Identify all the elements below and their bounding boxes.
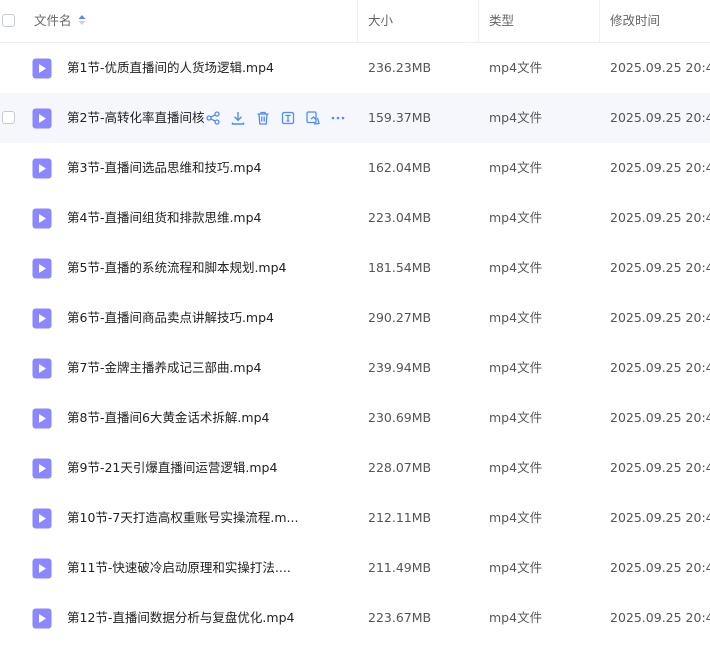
file-size: 212.11MB — [368, 510, 432, 525]
row-checkbox[interactable] — [2, 111, 15, 124]
column-header-name[interactable]: 文件名 — [34, 0, 86, 42]
file-modified-date: 2025.09.25 20:43 — [610, 310, 710, 325]
file-name[interactable]: 第9节-21天引爆直播间运营逻辑.mp4 — [67, 443, 277, 493]
table-row[interactable]: 第4节-直播间组货和排款思维.mp4 223.04MB mp4文件 2025.09.2… — [0, 193, 710, 243]
video-file-icon — [32, 158, 52, 179]
file-type: mp4文件 — [489, 460, 543, 475]
table-row[interactable]: 第12节-直播间数据分析与复盘优化.mp4 223.67MB mp4文件 2025.0… — [0, 593, 710, 643]
file-rows: 第1节-优质直播间的人货场逻辑.mp4 236.23MB mp4文件 2025.09.… — [0, 43, 710, 643]
file-size: 228.07MB — [368, 460, 432, 475]
file-name[interactable]: 第12节-直播间数据分析与复盘优化.mp4 — [67, 593, 294, 643]
table-row[interactable]: 第5节-直播的系统流程和脚本规划.mp4 181.54MB mp4文件 2025.09… — [0, 243, 710, 293]
video-file-icon — [32, 358, 52, 379]
file-name[interactable]: 第3节-直播间选品思维和技巧.mp4 — [67, 143, 262, 193]
file-modified-date: 2025.09.25 20:43 — [610, 460, 710, 475]
file-size: 230.69MB — [368, 410, 432, 425]
table-row[interactable]: 第3节-直播间选品思维和技巧.mp4 162.04MB mp4文件 2025.09.2… — [0, 143, 710, 193]
row-actions — [205, 93, 355, 143]
file-modified-date: 2025.09.25 20:43 — [610, 410, 710, 425]
rename-icon[interactable] — [280, 110, 296, 126]
delete-icon[interactable] — [255, 110, 271, 126]
column-header-name-label: 文件名 — [34, 13, 72, 28]
select-all-checkbox[interactable] — [2, 14, 15, 27]
file-modified-date: 2025.09.25 20:43 — [610, 260, 710, 275]
file-type: mp4文件 — [489, 360, 543, 375]
file-name[interactable]: 第5节-直播的系统流程和脚本规划.mp4 — [67, 243, 287, 293]
table-row[interactable]: 第11节-快速破冷启动原理和实操打法.... 211.49MB mp4文件 2025.… — [0, 543, 710, 593]
file-size: 236.23MB — [368, 60, 432, 75]
table-row[interactable]: 第6节-直播间商品卖点讲解技巧.mp4 290.27MB mp4文件 2025.09.… — [0, 293, 710, 343]
column-header-date[interactable]: 修改时间 — [610, 0, 660, 42]
table-row[interactable]: 第9节-21天引爆直播间运营逻辑.mp4 228.07MB mp4文件 2025.09… — [0, 443, 710, 493]
file-modified-date: 2025.09.25 20:43 — [610, 160, 710, 175]
file-name[interactable]: 第6节-直播间商品卖点讲解技巧.mp4 — [67, 293, 274, 343]
file-type: mp4文件 — [489, 260, 543, 275]
file-modified-date: 2025.09.25 20:43 — [610, 210, 710, 225]
file-modified-date: 2025.09.25 20:43 — [610, 560, 710, 575]
video-file-icon — [32, 508, 52, 529]
file-type: mp4文件 — [489, 110, 543, 125]
file-type: mp4文件 — [489, 510, 543, 525]
file-name[interactable]: 第2节-高转化率直播间核 — [67, 93, 204, 143]
file-size: 223.04MB — [368, 210, 432, 225]
file-list-table: 文件名 大小 类型 修改时间 第1节-优质直播间的人货场逻辑.mp4 236.23… — [0, 0, 710, 643]
file-name[interactable]: 第4节-直播间组货和排款思维.mp4 — [67, 193, 262, 243]
file-size: 223.67MB — [368, 610, 432, 625]
video-file-icon — [32, 58, 52, 79]
video-file-icon — [32, 208, 52, 229]
file-size: 290.27MB — [368, 310, 432, 325]
column-header-size[interactable]: 大小 — [368, 0, 393, 42]
file-modified-date: 2025.09.25 20:43 — [610, 510, 710, 525]
table-row[interactable]: 第8节-直播间6大黄金话术拆解.mp4 230.69MB mp4文件 2025.09.… — [0, 393, 710, 443]
more-icon[interactable] — [330, 110, 346, 126]
file-type: mp4文件 — [489, 310, 543, 325]
file-size: 159.37MB — [368, 110, 432, 125]
video-file-icon — [32, 458, 52, 479]
file-size: 181.54MB — [368, 260, 432, 275]
video-file-icon — [32, 308, 52, 329]
file-type: mp4文件 — [489, 410, 543, 425]
column-header-type[interactable]: 类型 — [489, 0, 514, 42]
video-file-icon — [32, 558, 52, 579]
file-size: 211.49MB — [368, 560, 432, 575]
file-modified-date: 2025.09.25 20:43 — [610, 360, 710, 375]
table-header: 文件名 大小 类型 修改时间 — [0, 0, 710, 43]
table-row[interactable]: 第7节-金牌主播养成记三部曲.mp4 239.94MB mp4文件 2025.09.2… — [0, 343, 710, 393]
file-modified-date: 2025.09.25 20:43 — [610, 610, 710, 625]
file-name[interactable]: 第1节-优质直播间的人货场逻辑.mp4 — [67, 43, 274, 93]
copy-icon[interactable] — [305, 110, 321, 126]
file-name[interactable]: 第8节-直播间6大黄金话术拆解.mp4 — [67, 393, 269, 443]
video-file-icon — [32, 108, 52, 129]
file-type: mp4文件 — [489, 560, 543, 575]
table-row[interactable]: 第10节-7天打造高权重账号实操流程.m... 212.11MB mp4文件 2025… — [0, 493, 710, 543]
download-icon[interactable] — [230, 110, 246, 126]
file-modified-date: 2025.09.25 20:43 — [610, 60, 710, 75]
file-type: mp4文件 — [489, 160, 543, 175]
video-file-icon — [32, 258, 52, 279]
share-icon[interactable] — [205, 110, 221, 126]
table-row[interactable]: 第1节-优质直播间的人货场逻辑.mp4 236.23MB mp4文件 2025.09.… — [0, 43, 710, 93]
file-name[interactable]: 第10节-7天打造高权重账号实操流程.m... — [67, 493, 298, 543]
file-type: mp4文件 — [489, 60, 543, 75]
video-file-icon — [32, 408, 52, 429]
table-row[interactable]: 第2节-高转化率直播间核 159.37MB mp4文件 2025.09.25 20:4… — [0, 93, 710, 143]
sort-arrow-icon[interactable] — [78, 14, 86, 26]
file-size: 239.94MB — [368, 360, 432, 375]
video-file-icon — [32, 608, 52, 629]
file-type: mp4文件 — [489, 210, 543, 225]
file-type: mp4文件 — [489, 610, 543, 625]
file-name[interactable]: 第7节-金牌主播养成记三部曲.mp4 — [67, 343, 262, 393]
file-size: 162.04MB — [368, 160, 432, 175]
file-modified-date: 2025.09.25 20:43 — [610, 110, 710, 125]
file-name[interactable]: 第11节-快速破冷启动原理和实操打法.... — [67, 543, 291, 593]
